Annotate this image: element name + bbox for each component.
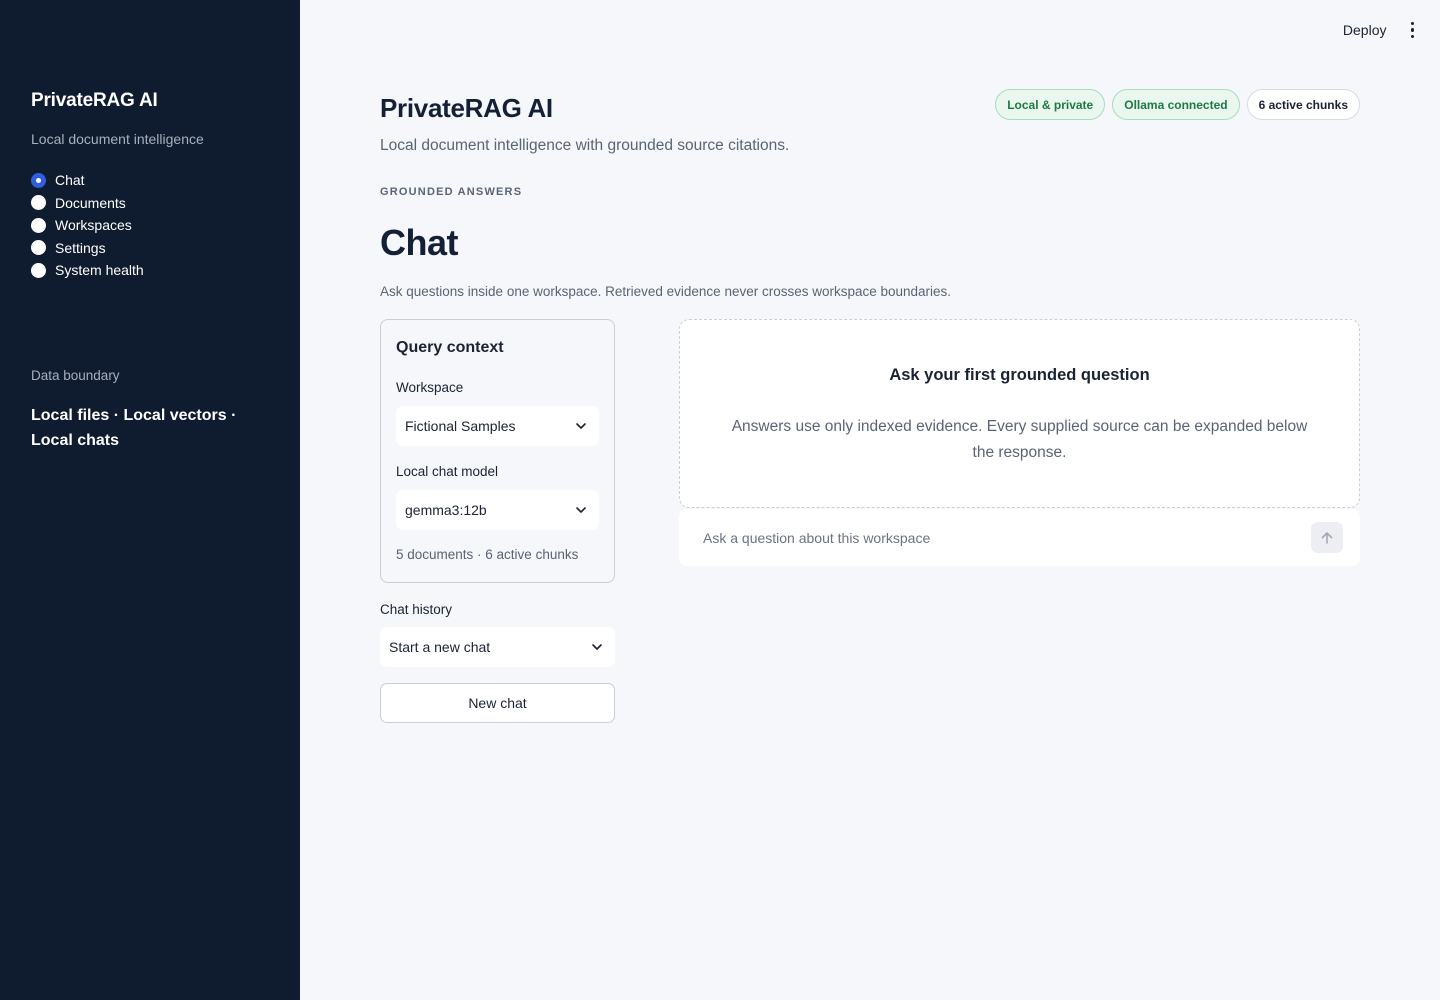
chat-history-select[interactable]: Start a new chat bbox=[380, 627, 615, 667]
radio-icon[interactable] bbox=[31, 262, 46, 278]
sidebar-item-documents[interactable]: Documents bbox=[31, 192, 269, 215]
workspace-select-value: Fictional Samples bbox=[405, 418, 516, 434]
workspace-select[interactable]: Fictional Samples bbox=[396, 406, 599, 446]
status-badge-local-private: Local & private bbox=[995, 89, 1106, 120]
sidebar-subtitle: Local document intelligence bbox=[31, 131, 204, 147]
sidebar-item-system-health[interactable]: System health bbox=[31, 259, 269, 282]
app-subtitle: Local document intelligence with grounde… bbox=[380, 137, 790, 154]
page-title: Chat bbox=[380, 222, 459, 263]
data-boundary-text: Local files · Local vectors · Local chat… bbox=[31, 406, 237, 449]
status-badges: Local & private Ollama connected 6 activ… bbox=[995, 89, 1360, 120]
radio-selected-icon[interactable] bbox=[31, 172, 46, 188]
sidebar-nav: Chat Documents Workspaces Settings Syste… bbox=[31, 169, 269, 282]
chevron-down-icon bbox=[576, 423, 586, 429]
chat-input-bar bbox=[679, 509, 1360, 566]
sidebar-item-label: Settings bbox=[55, 239, 106, 256]
empty-state-title: Ask your first grounded question bbox=[889, 366, 1150, 384]
chat-model-select[interactable]: gemma3:12b bbox=[396, 490, 599, 530]
chat-history-select-value: Start a new chat bbox=[389, 639, 491, 655]
empty-state-text: Answers use only indexed evidence. Every… bbox=[731, 418, 1308, 461]
sidebar-item-label: Chat bbox=[55, 172, 85, 189]
sidebar: PrivateRAG AI Local document intelligenc… bbox=[0, 0, 300, 1000]
app-title: PrivateRAG AI bbox=[380, 93, 553, 123]
chevron-down-icon bbox=[592, 644, 602, 650]
sidebar-item-workspaces[interactable]: Workspaces bbox=[31, 214, 269, 237]
sidebar-item-chat[interactable]: Chat bbox=[31, 169, 269, 192]
arrow-up-icon bbox=[1321, 531, 1333, 544]
send-button[interactable] bbox=[1311, 522, 1343, 553]
radio-icon[interactable] bbox=[31, 217, 46, 233]
sidebar-item-label: Documents bbox=[55, 194, 126, 211]
page-description: Ask questions inside one workspace. Retr… bbox=[380, 284, 952, 299]
radio-icon[interactable] bbox=[31, 240, 46, 256]
status-badge-active-chunks: 6 active chunks bbox=[1246, 89, 1360, 120]
sidebar-item-label: System health bbox=[55, 262, 144, 279]
sidebar-item-label: Workspaces bbox=[55, 217, 132, 234]
query-context-title: Query context bbox=[396, 339, 504, 356]
query-context-card: Query context Workspace Fictional Sample… bbox=[380, 319, 615, 583]
sidebar-item-settings[interactable]: Settings bbox=[31, 237, 269, 260]
new-chat-button[interactable]: New chat bbox=[380, 683, 615, 723]
empty-state-panel: Ask your first grounded question Answers… bbox=[679, 319, 1360, 508]
data-boundary-label: Data boundary bbox=[31, 367, 120, 383]
workspace-stats: 5 documents · 6 active chunks bbox=[396, 547, 579, 562]
kebab-menu-icon[interactable] bbox=[1407, 20, 1419, 41]
chat-model-select-value: gemma3:12b bbox=[405, 502, 487, 518]
local-chat-model-label: Local chat model bbox=[396, 464, 499, 479]
main-content: PrivateRAG AI Local document intelligenc… bbox=[380, 0, 1360, 1000]
section-eyebrow: GROUNDED ANSWERS bbox=[380, 186, 523, 198]
sidebar-title: PrivateRAG AI bbox=[31, 90, 158, 111]
radio-icon[interactable] bbox=[31, 195, 46, 211]
chat-question-input[interactable] bbox=[703, 529, 1311, 546]
chat-history-label: Chat history bbox=[380, 602, 453, 617]
chevron-down-icon bbox=[576, 507, 586, 513]
workspace-label: Workspace bbox=[396, 380, 464, 395]
status-badge-ollama-connected: Ollama connected bbox=[1112, 89, 1240, 120]
